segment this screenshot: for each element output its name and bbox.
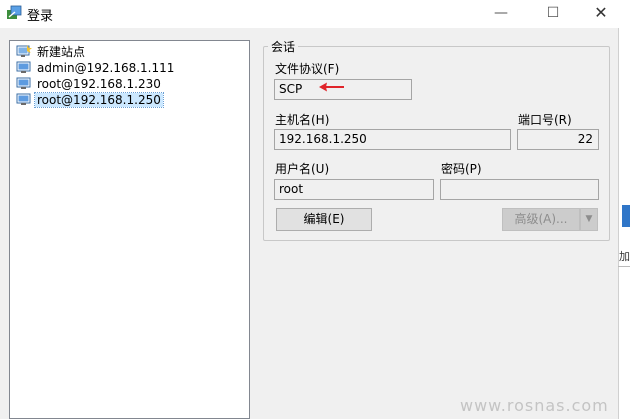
background-window-divider bbox=[618, 266, 630, 267]
background-window-accent bbox=[622, 205, 630, 227]
edit-button[interactable]: 编辑(E) bbox=[276, 208, 372, 231]
password-label: 密码(P) bbox=[441, 162, 482, 176]
watermark: www.rosnas.com bbox=[460, 396, 609, 415]
tree-item-label: 新建站点 bbox=[37, 45, 86, 59]
red-arrow-annotation bbox=[319, 82, 344, 92]
host-name-label: 主机名(H) bbox=[275, 113, 330, 127]
host-name-input[interactable]: 192.168.1.250 bbox=[274, 129, 511, 150]
tree-item-label: root@192.168.1.250 bbox=[34, 92, 164, 108]
background-window-text: 加 bbox=[619, 250, 630, 263]
session-group-title: 会话 bbox=[268, 38, 299, 55]
tree-item-label: admin@192.168.1.111 bbox=[37, 61, 175, 75]
file-protocol-label: 文件协议(F) bbox=[275, 62, 340, 76]
close-button[interactable]: ✕ bbox=[586, 0, 616, 26]
port-number-input[interactable]: 22 bbox=[517, 129, 599, 150]
monitor-icon bbox=[16, 61, 31, 73]
tree-item-site[interactable]: admin@192.168.1.111 bbox=[14, 60, 176, 76]
monitor-icon bbox=[16, 93, 31, 105]
password-input[interactable] bbox=[440, 179, 599, 200]
tree-item-label: root@192.168.1.230 bbox=[37, 77, 161, 91]
site-tree[interactable]: 新建站点 admin@192.168.1.111 root@192.168.1.… bbox=[9, 40, 250, 419]
maximize-button[interactable]: ☐ bbox=[538, 0, 568, 26]
port-number-label: 端口号(R) bbox=[518, 113, 572, 127]
tree-item-site-selected[interactable]: root@192.168.1.250 bbox=[14, 92, 164, 108]
user-name-label: 用户名(U) bbox=[275, 162, 330, 176]
advanced-button[interactable]: 高级(A)... bbox=[502, 208, 580, 231]
app-icon bbox=[7, 5, 22, 19]
minimize-button[interactable]: — bbox=[486, 0, 516, 26]
monitor-icon bbox=[16, 77, 31, 89]
title-bar[interactable] bbox=[0, 0, 630, 28]
chevron-down-icon[interactable]: ▼ bbox=[580, 208, 598, 231]
window-title: 登录 bbox=[27, 9, 54, 24]
tree-item-new-site[interactable]: 新建站点 bbox=[14, 44, 87, 60]
user-name-input[interactable]: root bbox=[274, 179, 434, 200]
tree-item-site[interactable]: root@192.168.1.230 bbox=[14, 76, 163, 92]
new-site-icon bbox=[16, 45, 32, 57]
